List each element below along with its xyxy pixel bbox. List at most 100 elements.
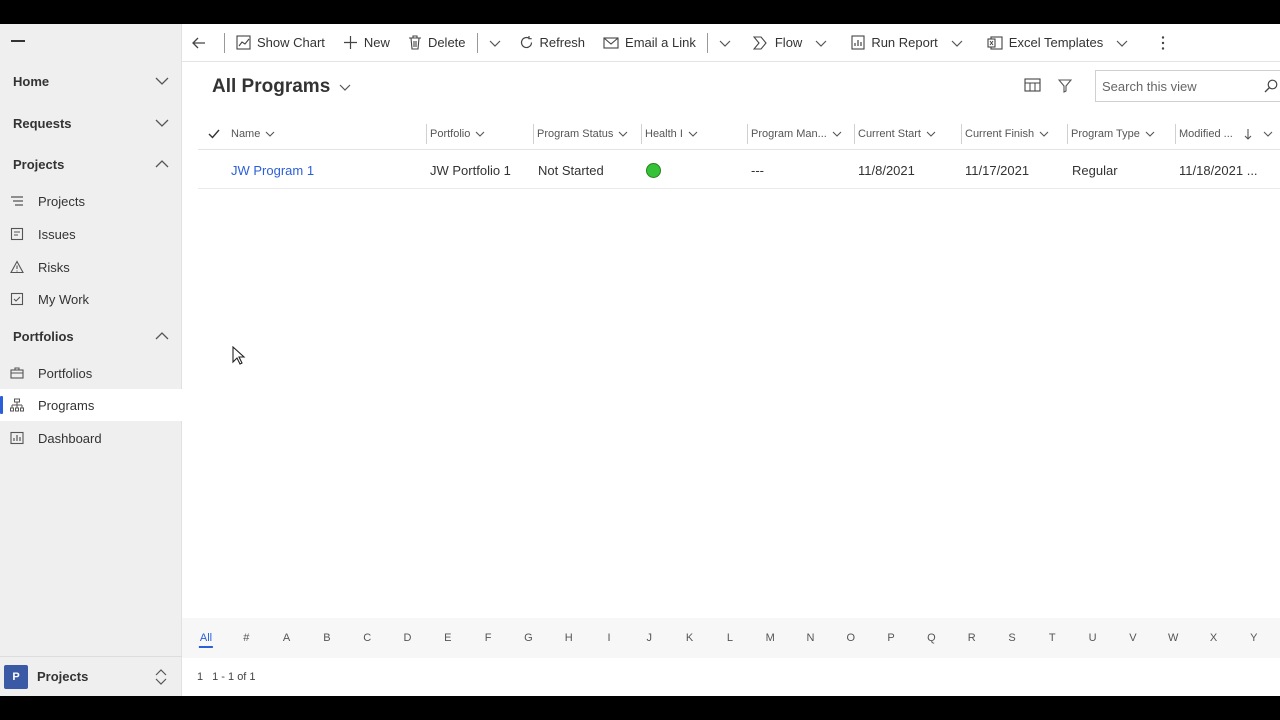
jump-letter-hash[interactable]: #: [243, 618, 249, 658]
jump-letter-m[interactable]: M: [766, 618, 775, 658]
jump-letter-n[interactable]: N: [807, 618, 815, 658]
jump-letter-w[interactable]: W: [1168, 618, 1178, 658]
filter-icon[interactable]: [1058, 79, 1072, 93]
excel-templates-button[interactable]: Excel Templates: [978, 24, 1109, 62]
chevron-down-icon: [1145, 131, 1155, 137]
jump-letter-d[interactable]: D: [404, 618, 412, 658]
area-label: Projects: [37, 669, 89, 684]
jump-letter-b[interactable]: B: [323, 618, 330, 658]
trash-icon: [408, 35, 421, 50]
column-header-current-start[interactable]: Current Start: [854, 118, 936, 150]
more-vertical-icon: [1162, 35, 1165, 50]
cell-modified: 11/18/2021 ...: [1179, 162, 1258, 178]
column-separator: [747, 124, 748, 144]
more-commands-button[interactable]: [1151, 24, 1181, 62]
jump-letter-x[interactable]: X: [1210, 618, 1217, 658]
jump-letter-j[interactable]: J: [647, 618, 653, 658]
sidebar-item-dashboard[interactable]: Dashboard: [0, 422, 182, 454]
column-header-portfolio[interactable]: Portfolio: [426, 118, 485, 150]
view-tools: [1024, 78, 1072, 94]
jump-letter-f[interactable]: F: [485, 618, 492, 658]
run-report-dropdown-button[interactable]: [944, 24, 978, 62]
sidebar-item-label: Risks: [38, 259, 70, 275]
email-link-label: Email a Link: [625, 35, 696, 50]
search-box[interactable]: [1095, 70, 1280, 102]
flow-icon: [752, 35, 767, 50]
chevron-down-icon: [265, 131, 275, 137]
jump-letter-l[interactable]: L: [727, 618, 733, 658]
jump-letter-v[interactable]: V: [1129, 618, 1136, 658]
excel-templates-dropdown-button[interactable]: [1109, 24, 1151, 62]
jump-letter-q[interactable]: Q: [927, 618, 936, 658]
jump-letter-e[interactable]: E: [444, 618, 451, 658]
jump-letter-i[interactable]: I: [607, 618, 610, 658]
sidebar-group-requests[interactable]: Requests: [0, 106, 182, 140]
column-header-program-status[interactable]: Program Status: [533, 118, 628, 150]
sidebar-group-portfolios[interactable]: Portfolios: [0, 319, 182, 353]
jump-letter-a[interactable]: A: [283, 618, 290, 658]
jump-letter-h[interactable]: H: [565, 618, 573, 658]
column-label: Name: [231, 128, 261, 140]
jump-letter-o[interactable]: O: [847, 618, 856, 658]
chevron-down-icon: [155, 77, 169, 85]
edit-columns-icon[interactable]: [1024, 78, 1042, 94]
jump-letter-y[interactable]: Y: [1250, 618, 1257, 658]
new-button[interactable]: New: [334, 24, 399, 62]
column-header-program-type[interactable]: Program Type: [1067, 118, 1155, 150]
hamburger-menu-icon[interactable]: [11, 40, 25, 42]
jump-letter-t[interactable]: T: [1049, 618, 1056, 658]
flow-label: Flow: [774, 35, 803, 50]
jump-letter-p[interactable]: P: [887, 618, 894, 658]
search-input[interactable]: [1102, 78, 1252, 94]
list-icon: [10, 194, 24, 208]
sidebar-item-portfolios[interactable]: Portfolios: [0, 357, 182, 389]
more-email-options-button[interactable]: [710, 24, 744, 62]
select-all-checkbox[interactable]: [208, 118, 220, 150]
grid-header: Name Portfolio Program Status Health I P…: [198, 118, 1280, 150]
column-label: Current Start: [858, 128, 921, 140]
show-chart-button[interactable]: Show Chart: [227, 24, 334, 62]
email-link-button[interactable]: Email a Link: [594, 24, 705, 62]
sidebar-group-projects[interactable]: Projects: [0, 147, 182, 181]
jump-letter-c[interactable]: C: [363, 618, 371, 658]
jump-letter-s[interactable]: S: [1008, 618, 1015, 658]
column-header-name[interactable]: Name: [231, 118, 275, 150]
delete-button[interactable]: Delete: [399, 24, 475, 62]
sidebar-item-label: Issues: [38, 226, 76, 242]
more-delete-options-button[interactable]: [480, 24, 510, 62]
jump-letter-u[interactable]: U: [1089, 618, 1097, 658]
sidebar-item-issues[interactable]: Issues: [0, 218, 182, 250]
jump-letter-all[interactable]: All: [198, 618, 214, 658]
jump-letter-g[interactable]: G: [524, 618, 533, 658]
column-label: Current Finish: [965, 128, 1035, 140]
run-report-button[interactable]: Run Report: [842, 24, 943, 62]
cell-name-link[interactable]: JW Program 1: [231, 151, 314, 189]
excel-icon: [987, 35, 1003, 50]
refresh-label: Refresh: [539, 35, 586, 50]
column-separator: [641, 124, 642, 144]
jump-letter-r[interactable]: R: [968, 618, 976, 658]
refresh-button[interactable]: Refresh: [510, 24, 595, 62]
sidebar-item-risks[interactable]: Risks: [0, 251, 182, 283]
separator: [476, 32, 478, 53]
cell-program-type: Regular: [1072, 162, 1118, 178]
sidebar-item-programs[interactable]: Programs: [0, 389, 182, 421]
flow-button[interactable]: Flow: [744, 24, 808, 62]
jump-letter-k[interactable]: K: [686, 618, 693, 658]
column-separator: [961, 124, 962, 144]
sidebar-item-projects[interactable]: Projects: [0, 185, 182, 217]
column-header-health[interactable]: Health I: [641, 118, 698, 150]
sidebar: Home Requests Projects Projects Issues R…: [0, 24, 182, 696]
cell-portfolio-link[interactable]: JW Portfolio 1: [430, 151, 511, 189]
sidebar-item-my-work[interactable]: My Work: [0, 283, 182, 315]
sidebar-group-home[interactable]: Home: [0, 64, 182, 98]
view-selector[interactable]: All Programs: [212, 76, 352, 98]
back-button[interactable]: [182, 24, 222, 62]
table-row[interactable]: JW Program 1 JW Portfolio 1 Not Started …: [198, 151, 1280, 189]
column-header-current-finish[interactable]: Current Finish: [961, 118, 1049, 150]
column-header-program-manager[interactable]: Program Man...: [747, 118, 842, 150]
search-icon[interactable]: [1264, 79, 1278, 93]
flow-dropdown-button[interactable]: [808, 24, 842, 62]
area-switcher[interactable]: P Projects: [0, 656, 182, 696]
column-header-modified[interactable]: Modified ...: [1175, 118, 1273, 150]
